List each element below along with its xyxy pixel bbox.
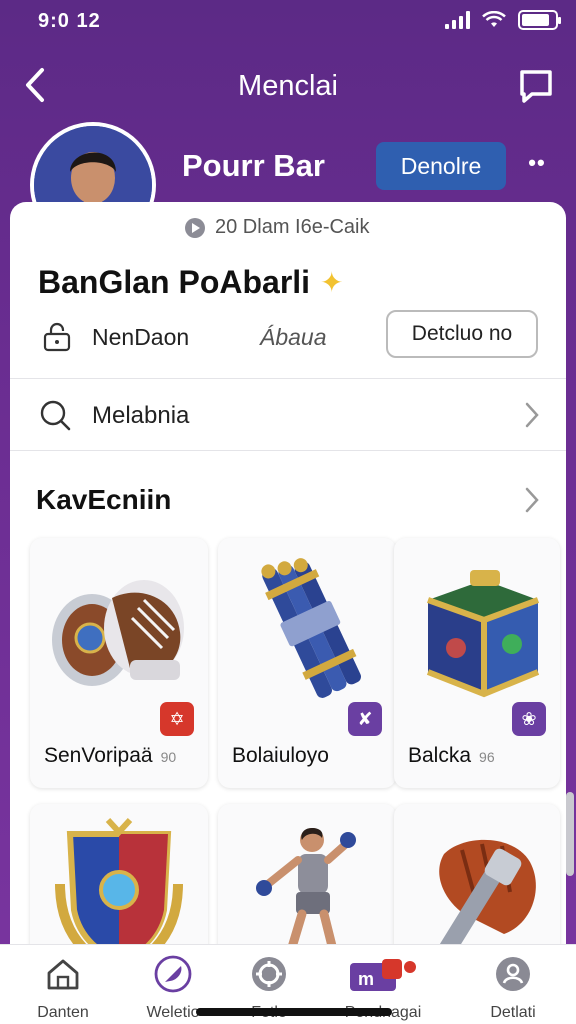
- rockets-bundle-icon: [261, 558, 361, 698]
- nav-label: Detlati: [490, 1004, 536, 1021]
- profile-badge-icon: [496, 957, 530, 991]
- messages-icon: m: [350, 959, 416, 991]
- item-count: 90: [160, 749, 177, 765]
- item-badge: ❀: [512, 702, 546, 736]
- nav-item-home[interactable]: Danten: [8, 951, 118, 1021]
- star-icon: ✦: [320, 267, 344, 298]
- chevron-right-icon: [525, 402, 539, 428]
- feather-icon: [154, 955, 192, 993]
- page-title: Menclai: [238, 70, 338, 102]
- profile-title: BanGlan PoAbarli ✦: [38, 264, 344, 301]
- action-label-primary[interactable]: NenDaon: [92, 324, 189, 351]
- meta-row: 20 Dlam I6e-Caik: [185, 216, 370, 239]
- status-bar: 9:0 12: [0, 0, 576, 44]
- item-name-text: SenVoripaä: [44, 744, 153, 767]
- item-card[interactable]: ❀ Balcka 96: [394, 538, 560, 788]
- item-badge: ✡: [160, 702, 194, 736]
- search-row[interactable]: Melabnia: [10, 380, 566, 450]
- chat-bubble-icon[interactable]: [518, 68, 554, 104]
- section-title: KavEcniin: [36, 484, 172, 515]
- profile-card: 20 Dlam I6e-Caik BanGlan PoAbarli ✦ NenD…: [10, 202, 566, 1024]
- item-count: 96: [479, 749, 495, 765]
- meta-text: 20 Dlam I6e-Caik: [215, 216, 370, 238]
- action-row: NenDaon Ábaua Detcluo no: [38, 310, 548, 360]
- nav-label: Danten: [37, 1004, 89, 1021]
- home-icon: [47, 959, 79, 990]
- search-label: Melabnia: [92, 402, 190, 429]
- wifi-icon: [482, 11, 506, 27]
- treasure-chest-icon: [426, 570, 540, 698]
- gauntlets-icon: [52, 580, 184, 686]
- signal-icon: [445, 11, 470, 29]
- divider: [10, 450, 566, 451]
- profile-title-text: BanGlan PoAbarli: [38, 264, 311, 300]
- more-options-icon[interactable]: ••: [522, 152, 552, 182]
- item-card[interactable]: ✘ Bolaiuloyo: [218, 538, 396, 788]
- user-name: Pourr Bar: [182, 148, 325, 183]
- lock-icon[interactable]: [42, 322, 72, 352]
- item-name-text: Balcka: [408, 744, 472, 767]
- item-name: Balcka 96: [408, 744, 495, 768]
- gear-flower-icon: [252, 957, 286, 991]
- svg-text:m: m: [358, 969, 374, 989]
- primary-action-button[interactable]: Denolre: [376, 142, 506, 190]
- divider: [10, 378, 566, 379]
- section-header[interactable]: KavEcniin: [10, 468, 566, 532]
- play-icon: [185, 217, 205, 238]
- item-name: Bolaiuloyo: [232, 744, 337, 768]
- nav-item-profile[interactable]: Detlati: [458, 951, 568, 1021]
- action-label-secondary[interactable]: Ábaua: [260, 324, 327, 351]
- secondary-action-button[interactable]: Detcluo no: [386, 310, 538, 358]
- top-app-bar: Menclai: [0, 50, 576, 120]
- battery-icon: [518, 10, 561, 30]
- item-card[interactable]: ✡ SenVoripaä 90: [30, 538, 208, 788]
- chevron-right-icon: [525, 487, 539, 513]
- home-indicator: [196, 1008, 392, 1016]
- item-name-text: Bolaiuloyo: [232, 744, 329, 767]
- search-icon: [40, 400, 71, 431]
- item-name: SenVoripaä 90: [44, 744, 176, 768]
- scrollbar-thumb[interactable]: [566, 792, 574, 876]
- status-icons: [445, 10, 561, 30]
- status-time: 9:0 12: [38, 10, 101, 32]
- item-badge: ✘: [348, 702, 382, 736]
